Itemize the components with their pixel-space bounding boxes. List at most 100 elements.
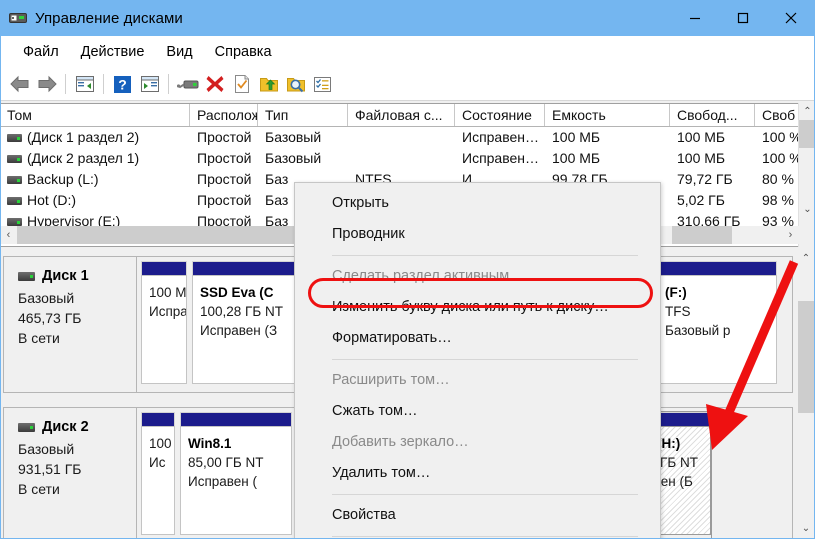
cell-capacity: 100 МБ: [552, 129, 601, 145]
partition-disk2-1[interactable]: Win8.1 85,00 ГБ NT Исправен (: [180, 412, 292, 539]
disk-1-name: Диск 1: [42, 268, 89, 284]
partition-disk2-0[interactable]: 100 Ис: [141, 412, 175, 539]
context-menu-item-mark-partition-active: Сделать раздел активным: [332, 268, 510, 284]
context-menu-item-explorer[interactable]: Проводник: [295, 219, 660, 250]
context-menu-item-change-drive-letter[interactable]: Изменить букву диска или путь к диску…: [295, 292, 660, 323]
column-header-type[interactable]: Тип: [258, 104, 348, 126]
disk-2-status: В сети: [18, 481, 60, 497]
volume-icon: [7, 134, 22, 143]
column-header-free-percent[interactable]: Своб: [755, 104, 800, 126]
menu-action[interactable]: Действие: [70, 41, 156, 63]
cell-volume: (Диск 1 раздел 2): [0, 127, 190, 148]
scroll-right-icon[interactable]: ›: [782, 226, 799, 244]
window-controls: [671, 0, 815, 36]
disk-icon: [18, 422, 35, 432]
partition-color-bar: [180, 412, 292, 426]
cell-volume: (Диск 2 раздел 1): [0, 148, 190, 169]
cell-volume: Backup (L:): [0, 169, 190, 190]
partition-color-bar: [141, 412, 175, 426]
menu-view[interactable]: Вид: [155, 41, 203, 63]
cell-filesystem: [348, 148, 455, 169]
cell-layout: Простой: [197, 192, 252, 208]
back-icon[interactable]: [6, 71, 33, 98]
cell-free-percent: 98 %: [762, 192, 794, 208]
cell-free-percent: 100 %: [762, 150, 800, 166]
rescan-disks-icon[interactable]: [174, 71, 201, 98]
partition-label: Win8.1: [188, 436, 232, 451]
toolbar: ?: [0, 68, 815, 101]
window-title: Управление дисками: [35, 9, 183, 27]
scroll-thumb[interactable]: [799, 120, 815, 148]
cell-free: 79,72 ГБ: [677, 171, 733, 187]
cell-status: Исправен…: [462, 129, 540, 145]
column-header-filesystem[interactable]: Файловая с...: [348, 104, 455, 126]
column-header-volume[interactable]: Том: [0, 104, 190, 126]
cell-capacity: 100 МБ: [552, 150, 601, 166]
cell-layout: Простой: [197, 129, 252, 145]
disk-1-info: Диск 1 Базовый 465,73 ГБ В сети: [4, 257, 137, 392]
menu-help[interactable]: Справка: [204, 41, 283, 63]
forward-icon[interactable]: [33, 71, 60, 98]
disk-management-icon: [9, 10, 27, 26]
disk-2-type: Базовый: [18, 441, 75, 457]
show-action-pane-icon[interactable]: [136, 71, 163, 98]
cell-free-percent: 100 %: [762, 129, 800, 145]
cell-layout: Простой: [197, 150, 252, 166]
cell-free-percent: 80 %: [762, 171, 794, 187]
scroll-thumb-secondary[interactable]: [672, 226, 732, 244]
disk-1-title: Диск 1: [18, 268, 136, 284]
context-menu-item-open[interactable]: Открыть: [295, 188, 660, 219]
minimize-button[interactable]: [671, 0, 719, 36]
partition-size: 85,00 ГБ NT: [188, 455, 264, 470]
cell-layout: Простой: [197, 171, 252, 187]
context-menu-item-shrink-volume[interactable]: Сжать том…: [295, 396, 660, 427]
column-header-capacity[interactable]: Емкость: [545, 104, 670, 126]
delete-icon[interactable]: [201, 71, 228, 98]
context-menu-item-add-mirror: Добавить зеркало…: [332, 434, 469, 450]
scroll-up-icon[interactable]: ⌃: [799, 103, 815, 120]
column-header-status[interactable]: Состояние: [455, 104, 545, 126]
context-menu-item-delete-volume[interactable]: Удалить том…: [295, 458, 660, 489]
column-header-layout[interactable]: Расположж...: [190, 104, 258, 126]
properties-icon[interactable]: [228, 71, 255, 98]
scroll-thumb[interactable]: [798, 301, 814, 413]
cell-filesystem: [348, 127, 455, 148]
column-header-free-space[interactable]: Свобод...: [670, 104, 755, 126]
cell-volume: Hot (D:): [0, 190, 190, 211]
cell-type: Базовый: [265, 150, 322, 166]
show-hide-console-tree-icon[interactable]: [71, 71, 98, 98]
disk-management-window: Управление дисками Файл Действие Вид Спр…: [0, 0, 815, 539]
cell-volume-label: Backup (L:): [27, 171, 99, 187]
cell-volume-label: (Диск 2 раздел 1): [27, 150, 140, 166]
context-menu-separator-2: [332, 359, 638, 360]
disk-1-type: Базовый: [18, 290, 75, 306]
menu-bar: Файл Действие Вид Справка: [0, 36, 815, 68]
cell-free: 100 МБ: [677, 150, 726, 166]
options-icon[interactable]: [309, 71, 336, 98]
disk-1-status: В сети: [18, 330, 60, 346]
menu-file[interactable]: Файл: [12, 41, 70, 63]
scroll-left-icon[interactable]: ‹: [0, 226, 17, 244]
scroll-down-icon[interactable]: ⌄: [799, 201, 815, 218]
partition-disk1-0[interactable]: 100 М Испра: [141, 261, 187, 392]
volume-list-header: Том Расположж... Тип Файловая с... Состо…: [0, 104, 815, 127]
context-menu-item-properties[interactable]: Свойства: [295, 500, 660, 531]
maximize-button[interactable]: [719, 0, 767, 36]
partition-body: Win8.1 85,00 ГБ NT Исправен (: [180, 426, 292, 535]
search-icon[interactable]: [282, 71, 309, 98]
table-row[interactable]: (Диск 2 раздел 1) Простой Базовый Исправ…: [0, 148, 815, 169]
context-menu-item-format[interactable]: Форматировать…: [295, 323, 660, 354]
partition-status: Ис: [149, 455, 166, 470]
table-row[interactable]: (Диск 1 раздел 2) Простой Базовый Исправ…: [0, 127, 815, 148]
disk-2-capacity: 931,51 ГБ: [18, 461, 82, 477]
export-list-icon[interactable]: [255, 71, 282, 98]
partition-size: 100: [149, 436, 172, 451]
volume-list-vertical-scrollbar[interactable]: ⌃ ⌄: [798, 103, 815, 247]
scroll-down-icon[interactable]: ⌄: [797, 519, 815, 537]
volume-icon: [7, 155, 22, 164]
disk-2-info: Диск 2 Базовый 931,51 ГБ В сети: [4, 408, 137, 539]
cell-volume-label: Hot (D:): [27, 192, 76, 208]
close-button[interactable]: [767, 0, 815, 36]
disk-1-capacity: 465,73 ГБ: [18, 310, 82, 326]
help-icon[interactable]: ?: [109, 71, 136, 98]
